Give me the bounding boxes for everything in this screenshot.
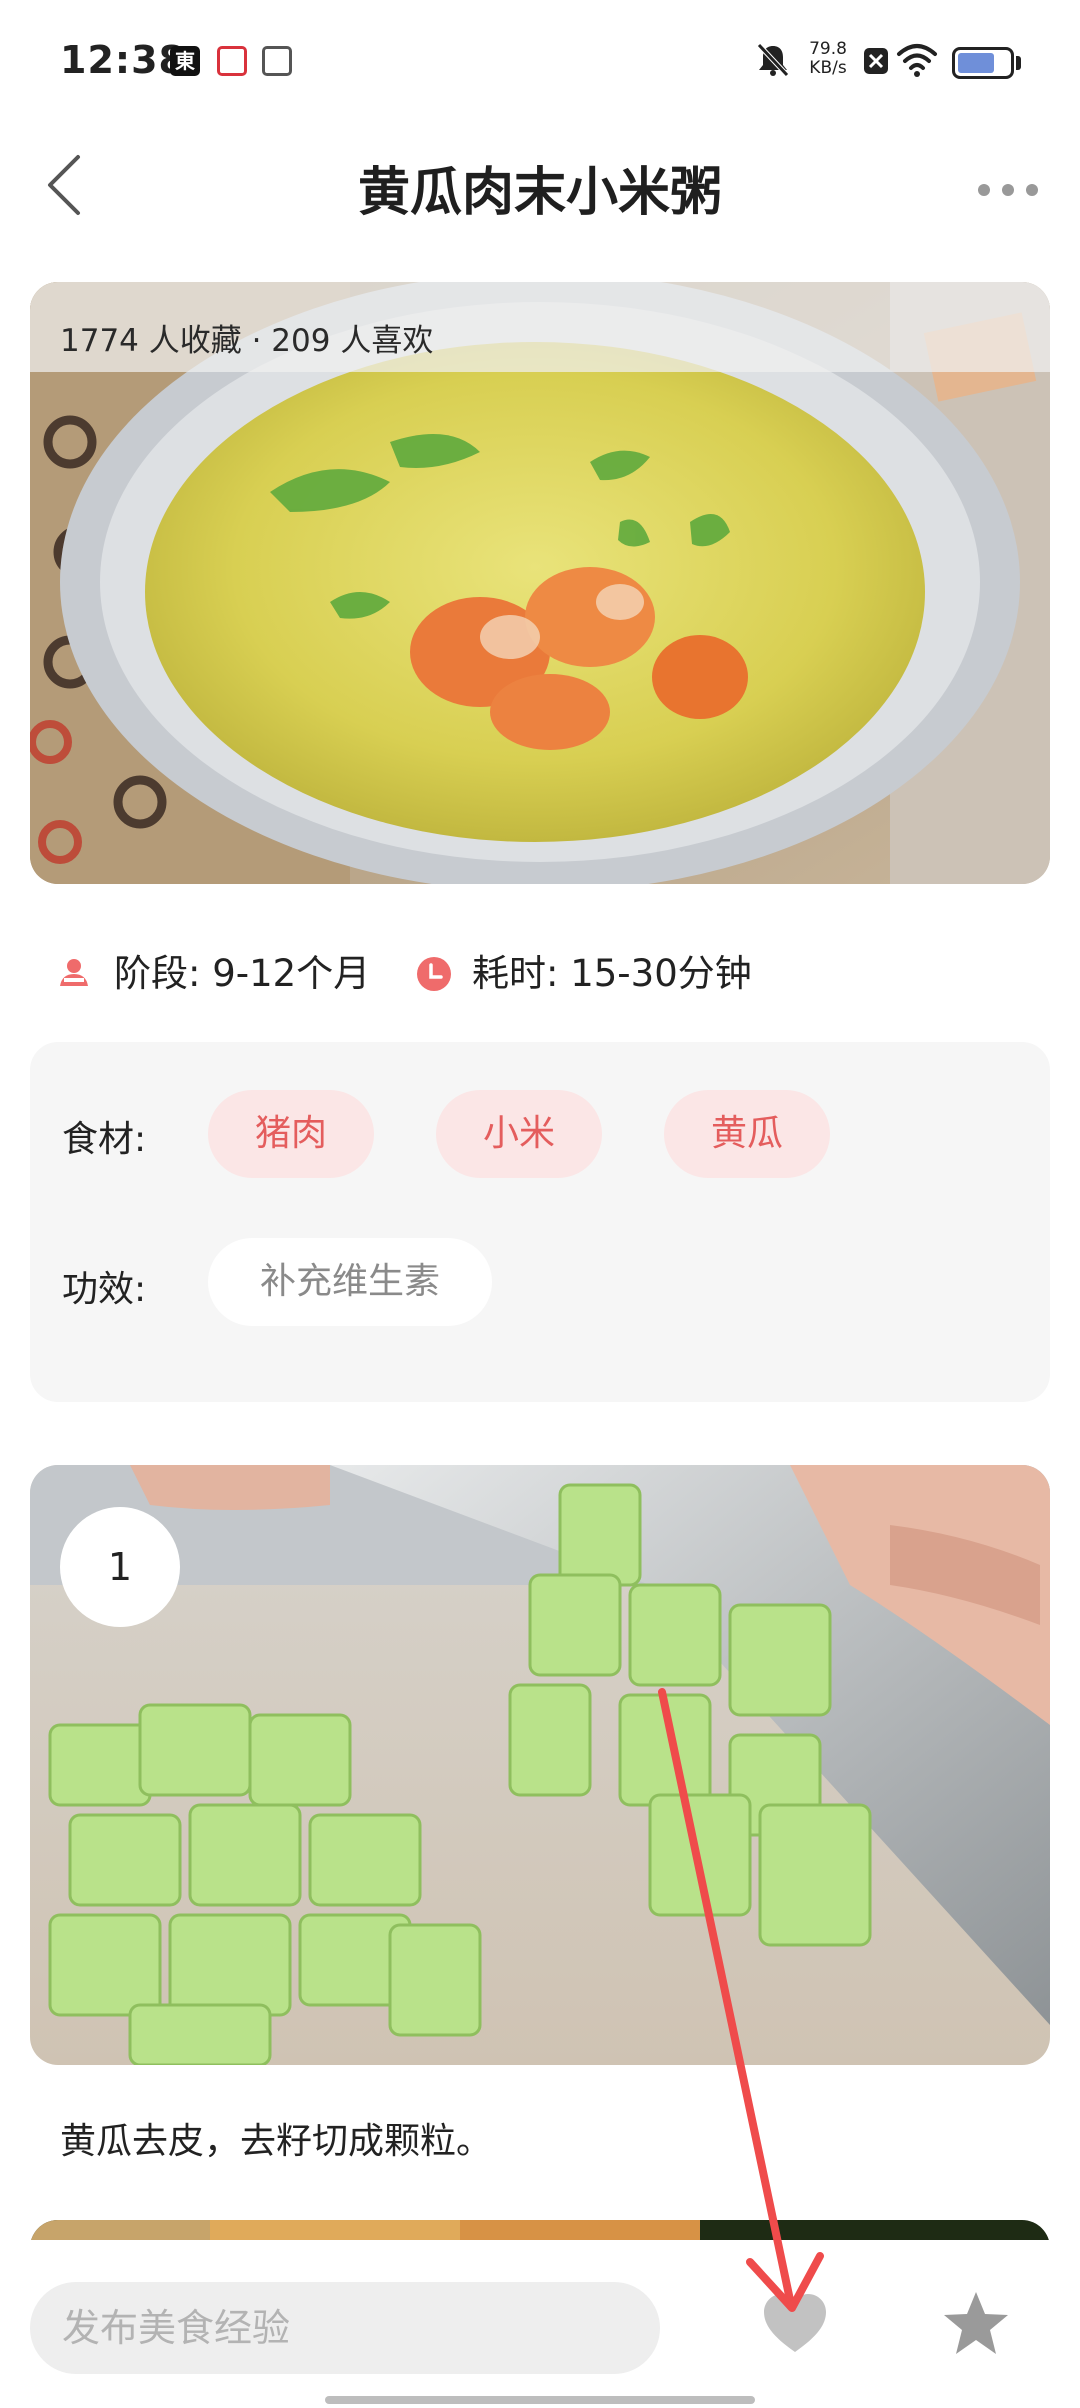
- jd-app-icon: 東: [170, 46, 200, 76]
- congee-bowl-photo: [30, 282, 1050, 884]
- baby-icon: [60, 959, 88, 986]
- sim-off-icon: [864, 48, 888, 74]
- mute-bell-icon: [757, 43, 789, 77]
- network-speed: 79.8 KB/s: [800, 40, 856, 78]
- status-time: 12:38: [60, 38, 186, 82]
- gray-app-icon: [262, 46, 292, 76]
- ingredients-label: 食材:: [62, 1119, 147, 1160]
- step-1-image[interactable]: 1: [30, 1465, 1050, 2065]
- network-speed-value: 79.8: [809, 39, 847, 59]
- cucumber-cutting-photo: [30, 1465, 1050, 2065]
- network-speed-unit: KB/s: [809, 58, 847, 78]
- effect-tag[interactable]: 补充维生素: [208, 1238, 492, 1326]
- bottom-bar: [0, 2240, 1080, 2408]
- page-title: 黄瓜肉末小米粥: [357, 163, 722, 223]
- recipe-hero-image[interactable]: 1774 人收藏 · 209 人喜欢: [30, 282, 1050, 884]
- battery-tip: [1016, 56, 1021, 70]
- battery-level: [958, 53, 994, 73]
- hero-stats: 1774 人收藏 · 209 人喜欢: [30, 282, 1050, 372]
- status-bar: 12:38 東 79.8 KB/s: [0, 0, 1080, 120]
- more-horizontal-icon[interactable]: [968, 160, 1048, 220]
- comment-input[interactable]: [30, 2282, 660, 2374]
- star-icon[interactable]: [940, 2288, 1012, 2360]
- ingredient-tag-millet[interactable]: 小米: [436, 1090, 602, 1178]
- heart-icon[interactable]: [760, 2290, 830, 2360]
- clock-icon: [417, 957, 451, 991]
- ingredient-tag-cucumber[interactable]: 黄瓜: [664, 1090, 830, 1178]
- step-1-text: 黄瓜去皮，去籽切成颗粒。: [60, 2121, 493, 2162]
- ingredients-card: 食材: 猪肉 小米 黄瓜 功效: 补充维生素: [30, 1042, 1050, 1402]
- wifi-icon: [897, 44, 937, 77]
- duration-text: 耗时: 15-30分钟: [472, 952, 752, 995]
- ingredient-tag-pork[interactable]: 猪肉: [208, 1090, 374, 1178]
- stage-text: 阶段: 9-12个月: [114, 952, 371, 995]
- effects-label: 功效:: [62, 1269, 147, 1310]
- step-number-badge: 1: [60, 1507, 180, 1627]
- home-indicator[interactable]: [325, 2396, 755, 2404]
- battery-icon: [952, 47, 1014, 79]
- header: 黄瓜肉末小米粥: [0, 120, 1080, 250]
- red-app-icon: [217, 46, 247, 76]
